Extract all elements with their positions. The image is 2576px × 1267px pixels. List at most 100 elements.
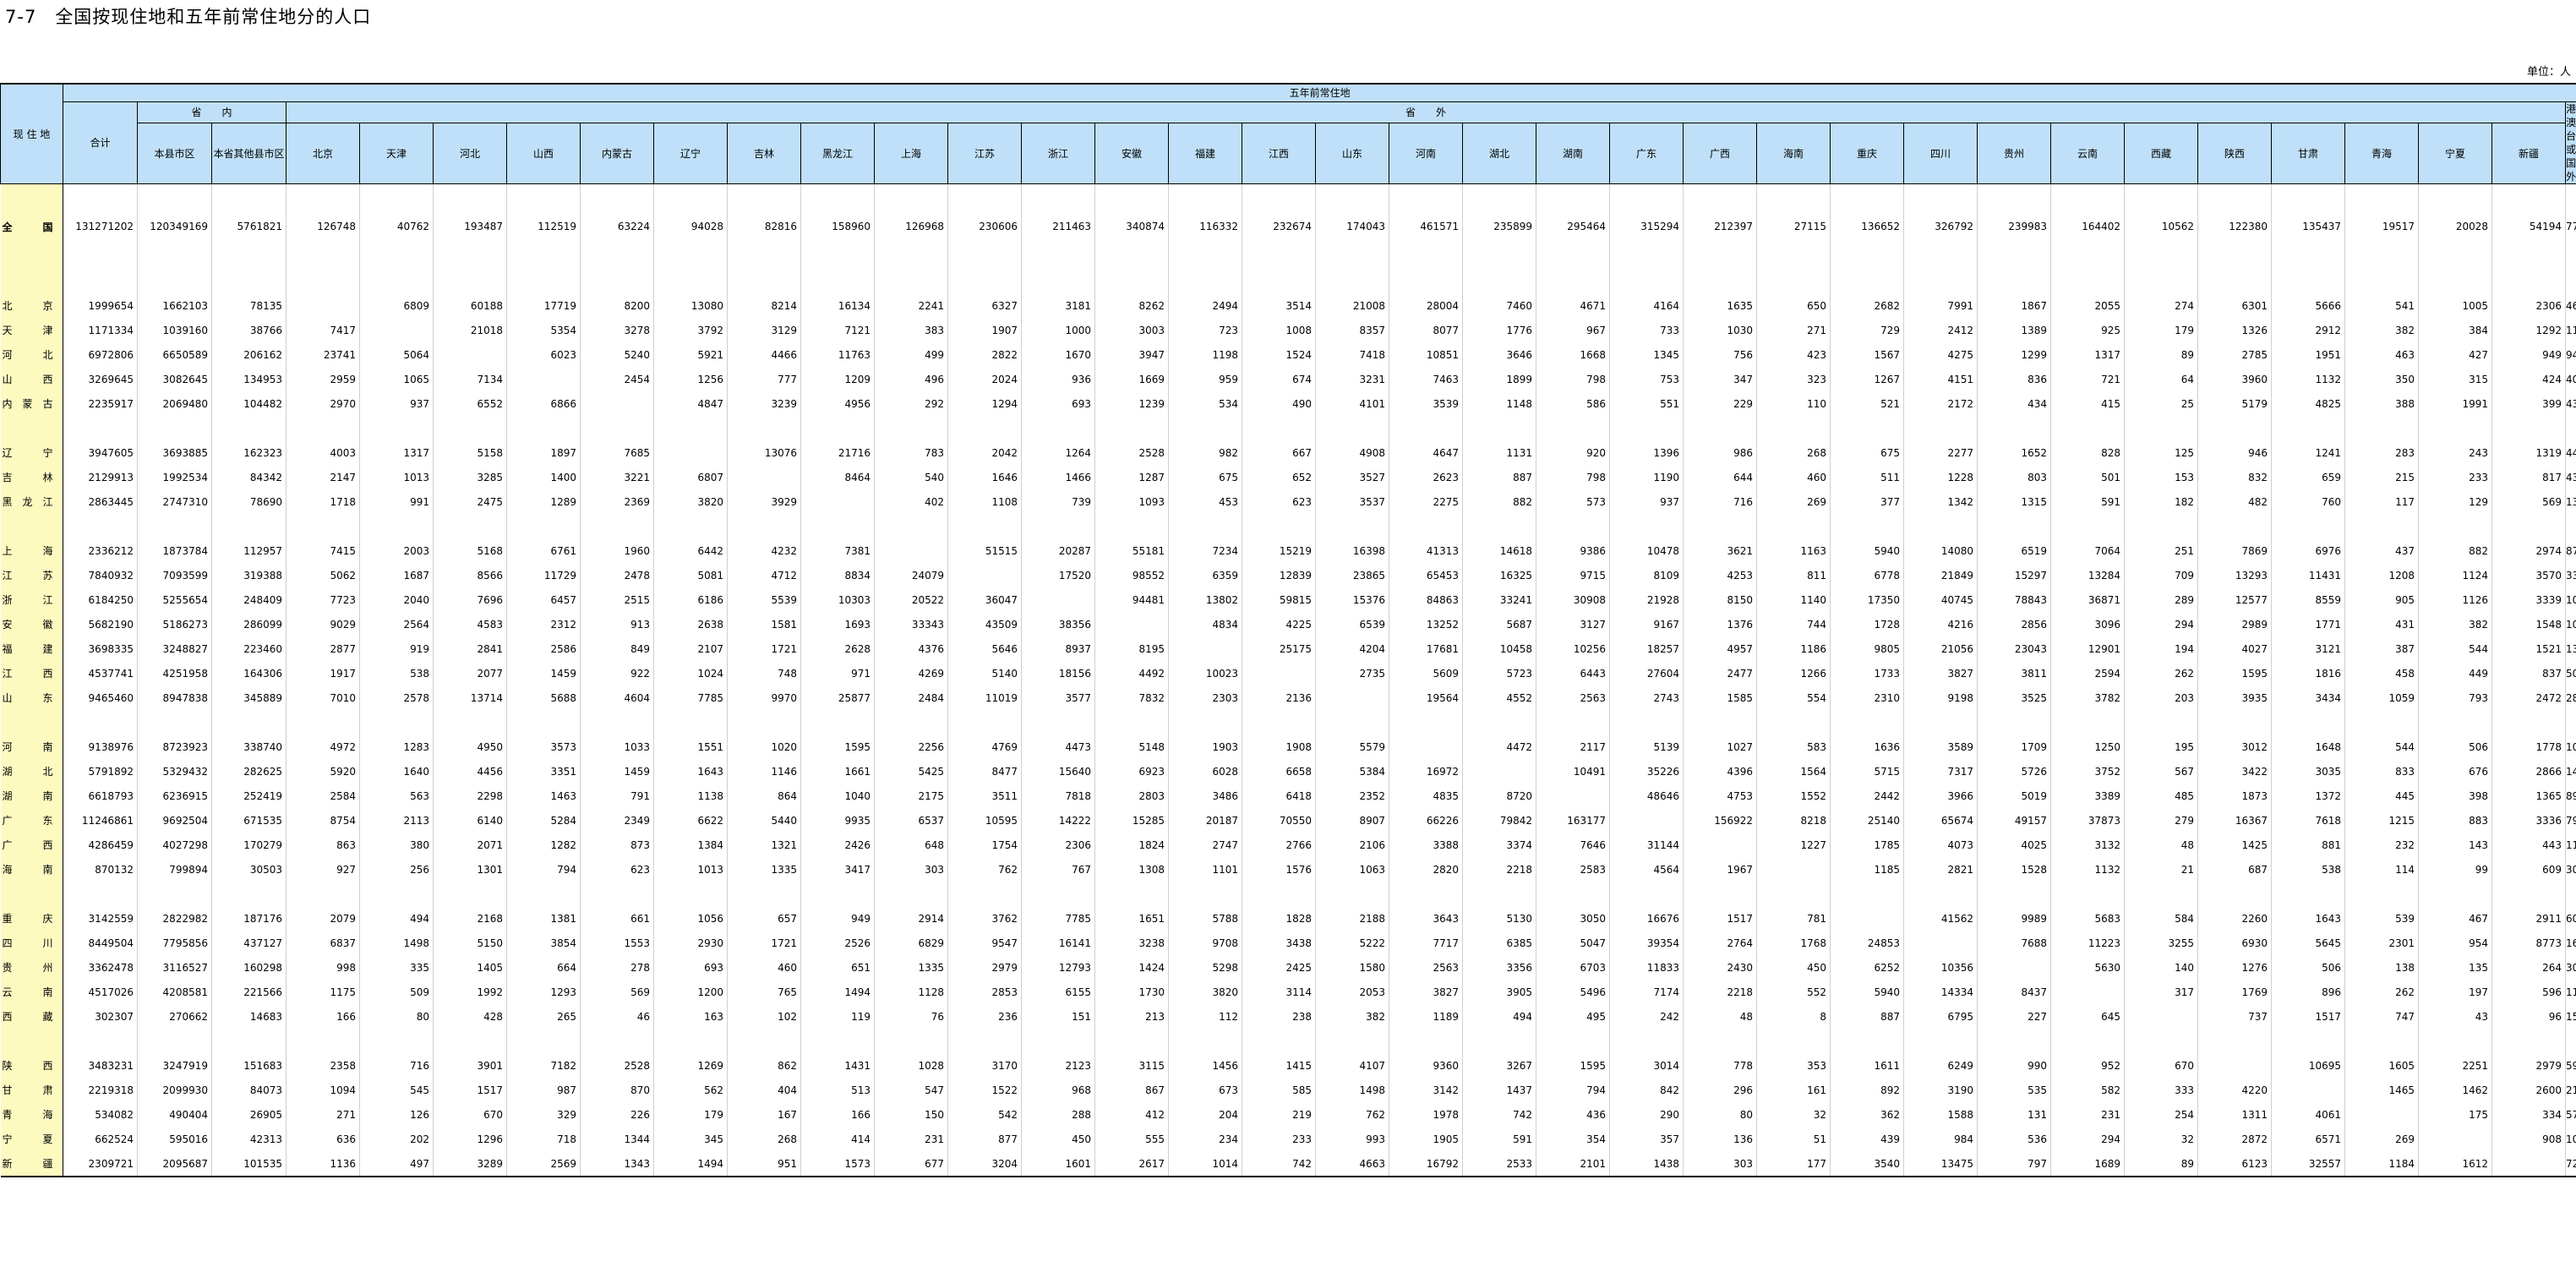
table-cell: 5687	[1462, 612, 1536, 636]
table-cell: 3486	[1168, 784, 1242, 808]
table-cell: 5940	[1830, 980, 1904, 1004]
table-cell: 676	[2418, 759, 2492, 784]
table-cell: 1903	[1168, 735, 1242, 759]
table-cell: 163177	[1536, 808, 1610, 833]
empty-cell	[1609, 269, 1684, 293]
province-col-header: 广西	[1683, 123, 1757, 184]
table-cell: 3514	[1242, 293, 1316, 318]
table-cell: 3905	[1462, 980, 1536, 1004]
table-cell: 5921	[653, 342, 728, 367]
empty-cell	[433, 710, 507, 735]
table-cell: 23043	[1977, 636, 2051, 661]
table-cell: 2863445	[63, 489, 138, 514]
row-label: 甘 肃	[0, 1078, 63, 1102]
table-cell: 1056	[653, 906, 728, 931]
table-cell: 925	[2050, 318, 2125, 342]
table-cell: 1335	[874, 955, 948, 980]
row-label: 河 北	[0, 342, 63, 367]
table-cell: 3483231	[63, 1053, 138, 1078]
table-cell: 248409	[211, 587, 287, 612]
table-cell: 1184	[2344, 1151, 2419, 1177]
table-cell: 4647	[1389, 440, 1463, 465]
table-cell: 1028	[874, 1053, 948, 1078]
table-cell: 499	[874, 342, 948, 367]
table-cell: 7818	[1021, 784, 1095, 808]
province-col-header: 新疆	[2491, 123, 2566, 184]
empty-cell	[286, 882, 360, 906]
table-cell	[433, 342, 507, 367]
table-cell: 8464	[800, 465, 875, 489]
table-cell	[2344, 1102, 2419, 1127]
out-province-header: 省 外	[286, 101, 2566, 124]
empty-cell	[1536, 882, 1610, 906]
table-cell: 1636	[1830, 735, 1904, 759]
table-cell: 1978	[1389, 1102, 1463, 1127]
table-cell: 1908	[1242, 735, 1316, 759]
table-cell: 7717	[1389, 931, 1463, 955]
table-cell: 716	[1683, 489, 1757, 514]
table-cell: 2235917	[63, 391, 138, 416]
table-cell: 2533	[1462, 1151, 1536, 1177]
table-cell: 12901	[2050, 636, 2125, 661]
table-cell: 551	[1609, 391, 1684, 416]
table-cell: 77021	[2565, 183, 2576, 269]
table-cell: 283	[2344, 440, 2419, 465]
table-cell: 6252	[1830, 955, 1904, 980]
table-cell: 3204	[947, 1151, 1022, 1177]
table-cell: 179	[653, 1102, 728, 1127]
table-cell: 8947838	[137, 685, 212, 710]
table-cell: 1396	[1609, 440, 1684, 465]
empty-cell	[137, 514, 212, 538]
table-cell: 4972	[286, 735, 360, 759]
empty-cell	[506, 416, 581, 440]
table-cell: 1185	[1830, 857, 1904, 882]
table-cell: 114	[2344, 857, 2419, 882]
table-cell: 256	[359, 857, 434, 882]
table-cell: 151	[1021, 1004, 1095, 1029]
empty-cell	[1756, 710, 1831, 735]
table-cell: 41562	[1903, 906, 1978, 931]
empty-cell	[727, 1029, 801, 1053]
table-cell: 3762	[947, 906, 1022, 931]
empty-cell	[800, 514, 875, 538]
empty-cell	[2418, 514, 2492, 538]
table-cell: 3960	[2197, 367, 2272, 391]
empty-cell	[2344, 882, 2419, 906]
table-cell: 1132	[2271, 367, 2345, 391]
table-cell: 437	[2344, 538, 2419, 563]
empty-cell	[1315, 416, 1389, 440]
table-cell: 14618	[1462, 538, 1536, 563]
empty-cell	[0, 882, 63, 906]
table-cell: 494	[1462, 1004, 1536, 1029]
table-cell: 9360	[1389, 1053, 1463, 1078]
table-cell: 737	[2197, 1004, 2272, 1029]
table-cell: 9970	[727, 685, 801, 710]
table-cell: 262	[2344, 980, 2419, 1004]
table-cell: 2884	[2565, 685, 2576, 710]
province-col-header: 安徽	[1094, 123, 1169, 184]
national-total-row: 全 国 131271202 120349169 5761821 126748 40762 1…	[0, 183, 2576, 269]
table-cell: 36871	[2050, 587, 2125, 612]
empty-cell	[1756, 269, 1831, 293]
table-cell: 742	[1242, 1151, 1316, 1177]
empty-cell	[1315, 269, 1389, 293]
table-cell: 1652	[1977, 440, 2051, 465]
total-header: 合计	[63, 101, 138, 184]
row-label: 陕 西	[0, 1053, 63, 1078]
table-cell: 1101	[1168, 857, 1242, 882]
table-cell: 2352	[1315, 784, 1389, 808]
table-cell: 1311	[2197, 1102, 2272, 1127]
table-cell: 2042	[947, 440, 1022, 465]
table-cell: 279	[2124, 808, 2198, 833]
table-cell	[874, 538, 948, 563]
table-cell: 3854	[506, 931, 581, 955]
table-cell: 2617	[1094, 1151, 1169, 1177]
table-cell: 908	[2491, 1127, 2566, 1151]
table-cell: 677	[874, 1151, 948, 1177]
table-row: 山 东 9465460 8947838 345889 7010 2578 13714 5688…	[0, 685, 2576, 710]
empty-cell	[1609, 416, 1684, 440]
table-cell: 3752	[2050, 759, 2125, 784]
table-cell: 233	[1242, 1127, 1316, 1151]
empty-cell	[1168, 269, 1242, 293]
empty-cell	[1830, 1029, 1904, 1053]
